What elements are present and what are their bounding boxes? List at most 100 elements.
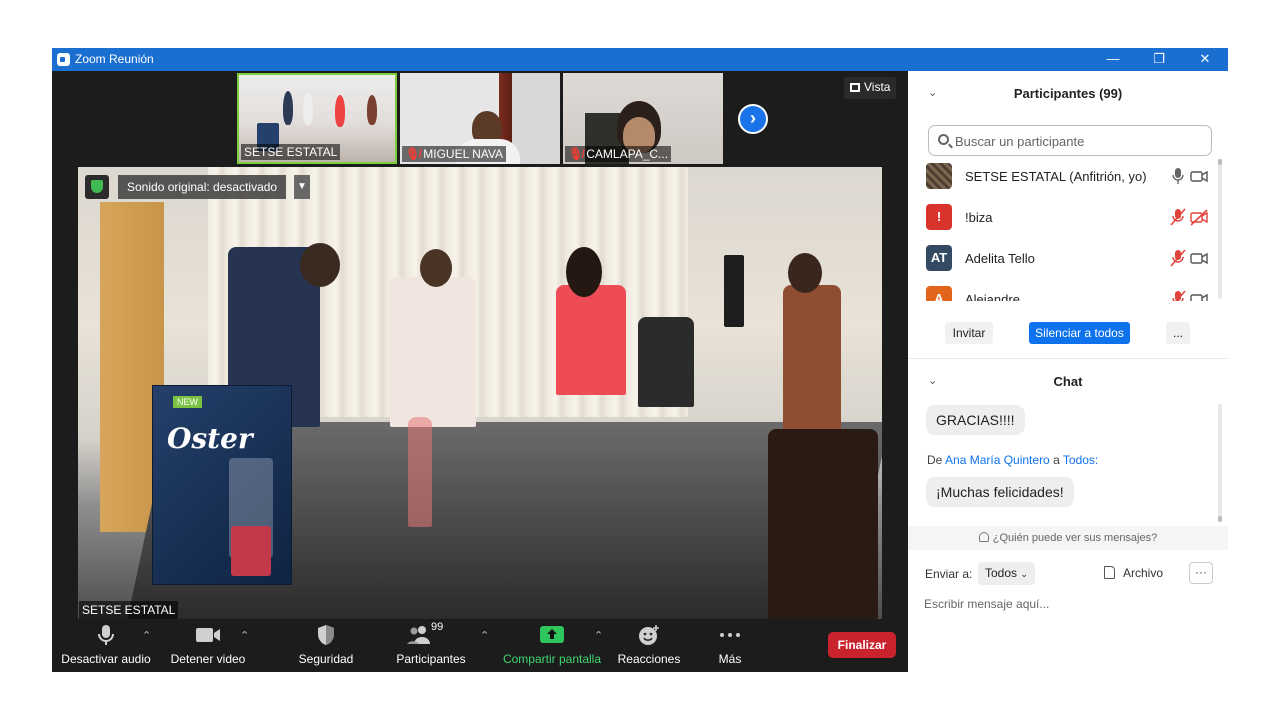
more-dots-icon (710, 623, 750, 647)
next-page-button[interactable]: › (738, 104, 768, 134)
original-sound-toggle[interactable]: Sonido original: desactivado (118, 175, 287, 199)
video-thumbnail[interactable]: 🎙︎̸ MIGUEL NAVA (400, 73, 560, 164)
participants-scrollbar[interactable] (1218, 159, 1222, 299)
shield-icon (296, 623, 356, 647)
video-thumbnail[interactable]: 🎙︎̸ CAMLAPA_C... (563, 73, 723, 164)
chat-messages: GRACIAS!!!! De Ana María Quintero a Todo… (908, 401, 1220, 523)
muted-mic-icon[interactable] (1170, 208, 1186, 226)
participants-header: ⌄ Participantes (99) (908, 86, 1228, 106)
chat-title: Chat (1053, 374, 1083, 389)
chat-recipient[interactable]: Todos: (1063, 453, 1098, 467)
video-person-head (300, 243, 340, 287)
minimize-icon: — (1106, 51, 1120, 66)
stop-video-label: Detener video (170, 652, 246, 666)
person-icon (978, 532, 989, 542)
chat-message-input[interactable] (924, 593, 1214, 615)
blender-box: NEW Oster (152, 385, 292, 585)
smiley-icon (616, 623, 682, 647)
security-button[interactable]: Seguridad (296, 623, 356, 666)
share-options-caret-icon[interactable]: ⌃ (594, 629, 603, 642)
chevron-right-icon: › (750, 108, 756, 128)
who-can-see-link[interactable]: ¿Quién puede ver sus mensajes? (908, 526, 1228, 550)
invite-button[interactable]: Invitar (945, 322, 993, 344)
audio-options-caret-icon[interactable]: ⌃ (142, 629, 151, 642)
collapse-chevron-icon[interactable]: ⌄ (928, 374, 937, 387)
meeting-area: SETSE ESTATAL 🎙︎̸ MIGUEL NAVA 🎙︎̸ CAMLAPA_… (52, 71, 908, 672)
participant-row[interactable]: AT Adelita Tello (926, 243, 1212, 284)
chat-sender-line: De Ana María Quintero a Todos: (927, 453, 1098, 467)
file-button[interactable]: Archivo (1104, 566, 1163, 580)
close-icon: ✕ (1199, 51, 1211, 66)
thumbnail-figure (367, 95, 377, 125)
microphone-icon[interactable] (1170, 167, 1186, 185)
participants-title: Participantes (99) (1013, 86, 1123, 101)
participants-label: Participantes (396, 652, 466, 666)
muted-mic-icon[interactable] (1170, 249, 1186, 267)
minimize-button[interactable]: — (1090, 48, 1136, 71)
participant-name: !biza (965, 210, 993, 225)
video-person (390, 277, 476, 427)
view-button[interactable]: Vista (844, 77, 897, 99)
zoom-camera-icon (57, 53, 70, 66)
thumbnail-name: 🎙︎̸ CAMLAPA_C... (565, 146, 672, 162)
video-options-caret-icon[interactable]: ⌃ (240, 629, 249, 642)
avatar: ! (926, 204, 952, 230)
box-brand: Oster (167, 422, 253, 455)
video-camera-icon[interactable] (1190, 249, 1208, 267)
more-button[interactable]: Más (710, 623, 750, 666)
video-camera-icon[interactable] (1190, 167, 1208, 185)
meeting-toolbar: Desactivar audio ⌃ Detener video ⌃ Segur… (52, 619, 908, 672)
from-prefix: De (927, 453, 943, 467)
mute-audio-button[interactable]: Desactivar audio (60, 623, 152, 666)
chat-message: GRACIAS!!!! (926, 405, 1025, 435)
to-word: a (1053, 453, 1060, 467)
chevron-down-icon: ▼ (297, 181, 307, 192)
share-screen-button[interactable]: Compartir pantalla (500, 623, 604, 666)
video-camera-icon[interactable] (1190, 290, 1208, 301)
chat-message: ¡Muchas felicidades! (926, 477, 1074, 507)
reactions-button[interactable]: Reacciones (616, 623, 682, 666)
end-meeting-button[interactable]: Finalizar (828, 632, 896, 658)
share-screen-icon (500, 623, 604, 647)
thumbnail-figure (335, 95, 345, 127)
participant-search[interactable] (928, 125, 1212, 156)
chat-scrollbar[interactable] (1218, 404, 1222, 522)
muted-mic-icon[interactable] (1170, 290, 1186, 301)
chat-sender[interactable]: Ana María Quintero (945, 453, 1050, 467)
close-button[interactable]: ✕ (1182, 48, 1228, 71)
video-person-head (566, 247, 602, 297)
main-speaker-name: SETSE ESTATAL (79, 601, 179, 619)
water-bottle (408, 417, 432, 527)
video-person (556, 285, 626, 395)
video-off-icon[interactable] (1190, 208, 1208, 226)
avatar: A (926, 286, 952, 301)
collapse-chevron-icon[interactable]: ⌄ (928, 86, 937, 99)
mute-audio-label: Desactivar audio (61, 652, 151, 666)
search-input[interactable] (955, 131, 1205, 151)
dining-chair (768, 429, 878, 619)
participants-options-caret-icon[interactable]: ⌃ (480, 629, 489, 642)
participant-row[interactable]: A Alejandre (926, 284, 1212, 301)
send-to-dropdown[interactable]: Todos ⌄ (978, 562, 1035, 585)
thumbnail-name: 🎙︎̸ MIGUEL NAVA (402, 146, 507, 162)
chevron-down-icon: ⌄ (1020, 569, 1028, 579)
chat-header: ⌄ Chat (908, 374, 1228, 394)
security-label: Seguridad (298, 652, 354, 666)
divider (908, 358, 1228, 359)
original-sound-dropdown[interactable]: ▼ (294, 175, 310, 199)
stop-video-button[interactable]: Detener video (168, 623, 248, 666)
participant-row[interactable]: ! !biza (926, 202, 1212, 243)
video-thumbnail[interactable]: SETSE ESTATAL (237, 73, 397, 164)
participants-more-button[interactable]: ... (1166, 322, 1190, 344)
participant-row[interactable]: SETSE ESTATAL (Anfitrión, yo) (926, 161, 1212, 202)
mute-all-button[interactable]: Silenciar a todos (1029, 322, 1130, 344)
main-speaker-video[interactable]: NEW Oster Sonido original: desactivado ▼… (78, 167, 882, 619)
muted-mic-icon: 🎙︎̸ (405, 147, 421, 161)
encryption-shield-icon[interactable] (85, 175, 109, 199)
maximize-button[interactable]: ❐ (1136, 48, 1182, 71)
chat-more-button[interactable]: ··· (1189, 562, 1213, 584)
avatar (926, 163, 952, 189)
participants-button[interactable]: 99 Participantes (394, 621, 468, 666)
participants-icon: 99 (394, 621, 468, 647)
thumbnail-name: SETSE ESTATAL (241, 144, 341, 160)
